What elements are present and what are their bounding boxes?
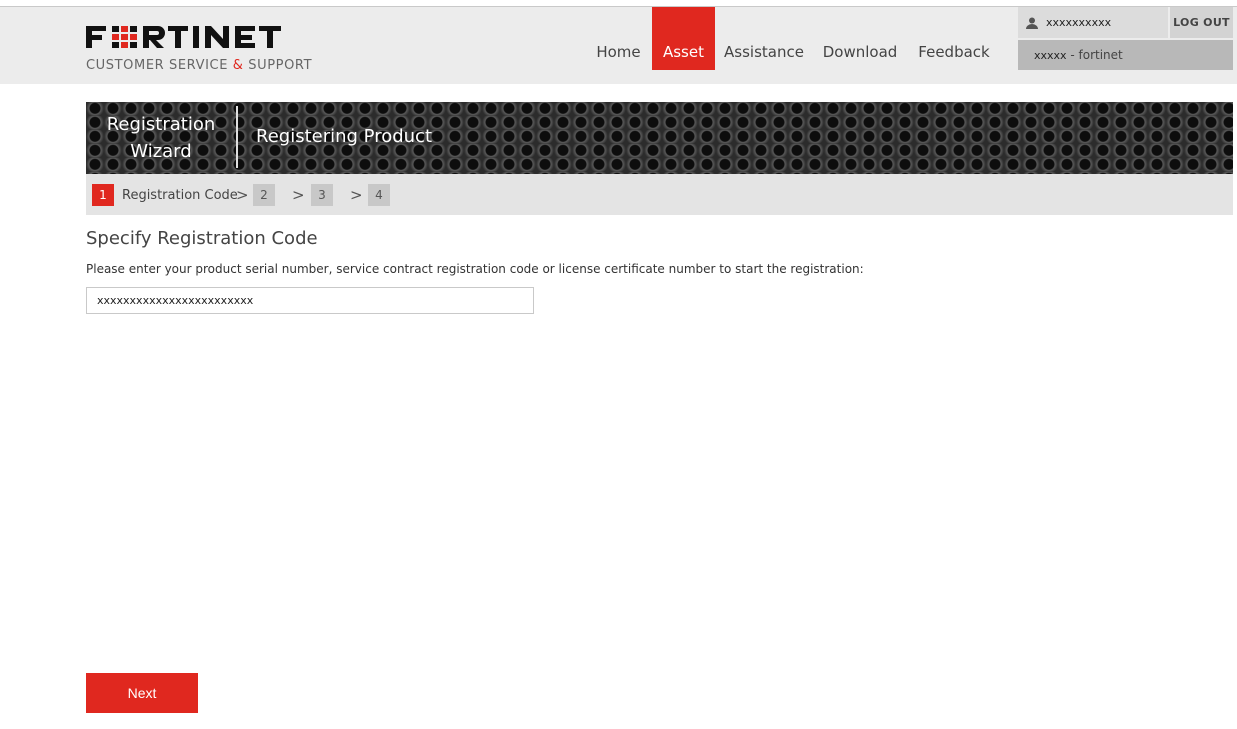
subtitle-ampersand: &: [232, 58, 244, 73]
next-button[interactable]: Next: [86, 673, 198, 713]
nav-asset[interactable]: Asset: [652, 7, 715, 70]
nav-download[interactable]: Download: [813, 7, 907, 70]
step-1-label: Registration Code: [122, 188, 238, 203]
registration-code-input[interactable]: [86, 287, 534, 314]
step-separator-3: >: [350, 186, 363, 204]
section-title: Specify Registration Code: [86, 228, 318, 249]
account-id: xxxxx: [1034, 49, 1067, 62]
step-3-number: 3: [311, 184, 333, 206]
user-name: xxxxxxxxxx: [1046, 16, 1112, 29]
step-separator-1: >: [236, 186, 249, 204]
site-header: CUSTOMER SERVICE & SUPPORT Home Asset As…: [0, 7, 1237, 84]
account-org: - fortinet: [1066, 48, 1123, 62]
nav-feedback[interactable]: Feedback: [907, 7, 1001, 70]
wizard-banner: Registration Wizard Registering Product: [86, 102, 1233, 174]
step-2-number: 2: [253, 184, 275, 206]
step-1-number: 1: [92, 184, 114, 206]
user-icon: [1026, 17, 1038, 29]
step-4-number: 4: [368, 184, 390, 206]
user-box[interactable]: xxxxxxxxxx: [1018, 7, 1168, 38]
wizard-steps: 1 Registration Code > 2 > 3 > 4: [86, 174, 1233, 215]
instruction-text: Please enter your product serial number,…: [86, 262, 864, 276]
logo-subtitle: CUSTOMER SERVICE & SUPPORT: [86, 58, 312, 73]
banner-divider: [236, 106, 238, 168]
wizard-subtitle: Registering Product: [256, 126, 433, 147]
wizard-title: Registration Wizard: [106, 114, 216, 162]
nav-assistance[interactable]: Assistance: [715, 7, 813, 70]
subtitle-text: CUSTOMER SERVICE: [86, 58, 233, 73]
subtitle-text-2: SUPPORT: [243, 58, 313, 73]
account-selector[interactable]: xxxxx - fortinet: [1018, 40, 1233, 70]
nav-home[interactable]: Home: [585, 7, 652, 70]
logout-button[interactable]: LOG OUT: [1170, 7, 1233, 38]
step-separator-2: >: [292, 186, 305, 204]
fortinet-logo[interactable]: [86, 24, 296, 52]
